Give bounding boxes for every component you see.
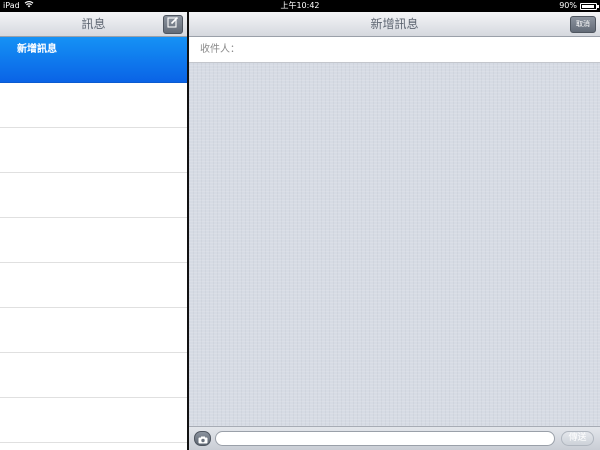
list-item[interactable] <box>0 263 187 308</box>
list-item[interactable] <box>0 398 187 443</box>
camera-button[interactable] <box>194 431 211 446</box>
send-button[interactable]: 傳送 <box>561 431 594 446</box>
camera-icon <box>198 429 208 448</box>
list-item[interactable] <box>0 308 187 353</box>
messages-sidebar: 訊息 新增訊息 <box>0 12 187 450</box>
message-input-bar: 傳送 <box>189 426 600 450</box>
list-item[interactable] <box>0 173 187 218</box>
sidebar-title: 訊息 <box>81 17 106 31</box>
battery-fill <box>582 4 594 8</box>
conversation-list: 新增訊息 <box>0 37 187 443</box>
compose-icon <box>167 12 179 37</box>
status-time: 上午10:42 <box>280 1 320 10</box>
list-item[interactable] <box>0 83 187 128</box>
battery-percent: 90% <box>559 1 577 10</box>
compose-pane: 新增訊息 取消 收件人： 傳送 <box>189 12 600 450</box>
compose-button[interactable] <box>163 15 183 34</box>
list-item[interactable] <box>0 128 187 173</box>
cancel-button[interactable]: 取消 <box>570 16 596 33</box>
list-item-label: 新增訊息 <box>17 44 57 55</box>
list-item[interactable] <box>0 353 187 398</box>
message-area <box>189 64 600 426</box>
message-input[interactable] <box>215 431 555 446</box>
list-item[interactable] <box>0 218 187 263</box>
battery-icon <box>580 2 599 10</box>
compose-navbar: 新增訊息 取消 <box>189 12 600 37</box>
sidebar-navbar: 訊息 <box>0 12 187 37</box>
compose-title: 新增訊息 <box>370 17 419 31</box>
recipient-field[interactable]: 收件人： <box>189 37 600 63</box>
status-bar: iPad 上午10:42 90% <box>0 0 600 12</box>
recipient-label: 收件人： <box>200 44 240 55</box>
list-item-selected[interactable]: 新增訊息 <box>0 37 187 83</box>
